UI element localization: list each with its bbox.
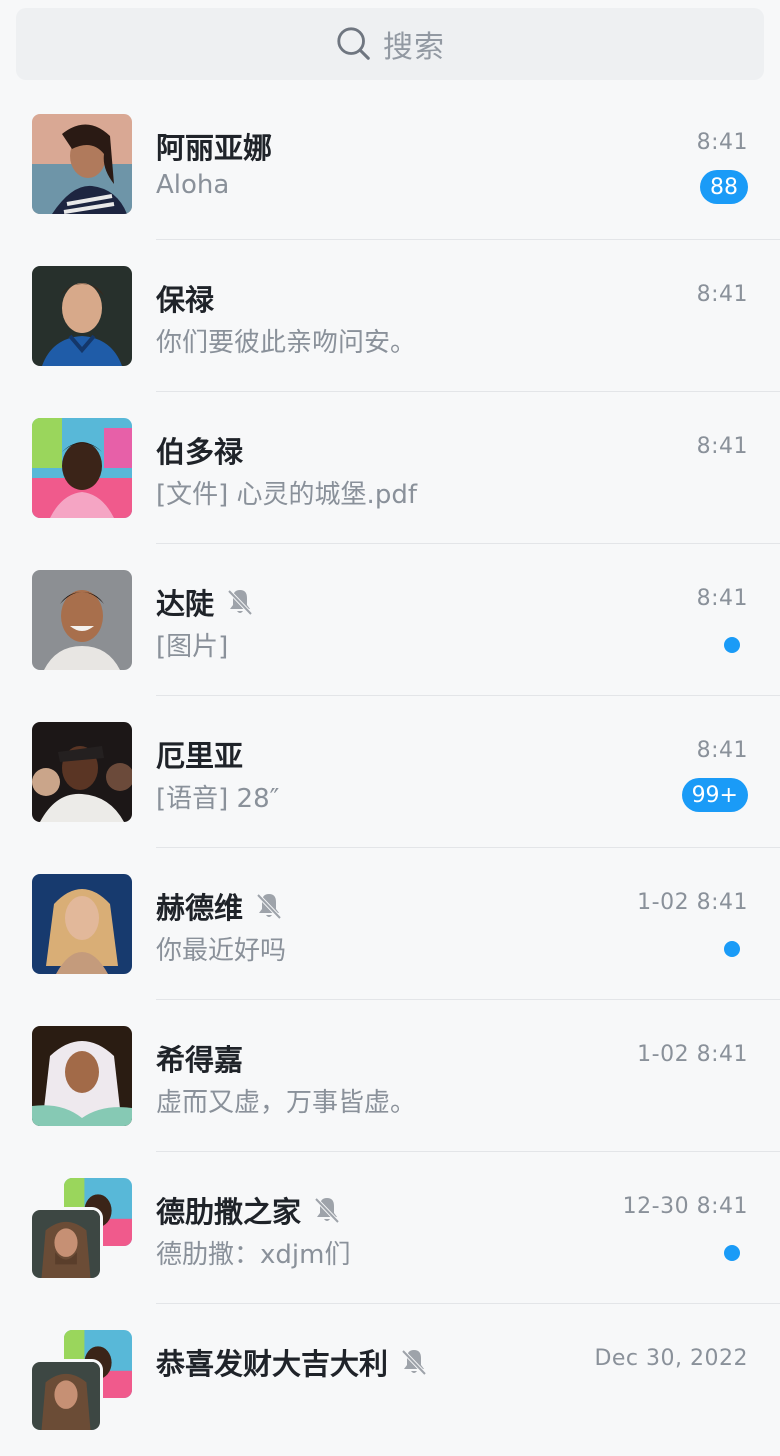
contact-name: 伯多禄 [156, 435, 244, 469]
contact-name: 厄里亚 [156, 739, 244, 773]
message-preview: [图片] [156, 632, 229, 662]
conversation-row[interactable]: 伯多禄 [文件] 心灵的城堡.pdf 8:41 [0, 392, 780, 544]
avatar [32, 266, 132, 366]
conversation-list: 阿丽亚娜 Aloha 8:41 88 保禄 你们要彼此亲吻问安。 8:41 伯多… [0, 88, 780, 1456]
message-time: 1-02 8:41 [637, 1042, 748, 1067]
unread-dot [724, 637, 740, 653]
message-preview: Aloha [156, 170, 230, 200]
message-preview: [文件] 心灵的城堡.pdf [156, 480, 417, 510]
bell-muted-icon [227, 589, 253, 616]
message-preview: 你最近好吗 [156, 936, 287, 966]
message-preview: 德肋撒：xdjm们 [156, 1240, 351, 1270]
conversation-row[interactable]: 赫德维 你最近好吗 1-02 8:41 [0, 848, 780, 1000]
message-time: 8:41 [696, 282, 748, 307]
avatar [32, 570, 132, 670]
search-placeholder: 搜索 [383, 30, 445, 65]
avatar [32, 722, 132, 822]
message-preview: 虚而又虚，万事皆虚。 [156, 1088, 417, 1118]
group-name: 恭喜发财大吉大利 [156, 1347, 389, 1381]
avatar [32, 874, 132, 974]
conversation-row[interactable]: 阿丽亚娜 Aloha 8:41 88 [0, 88, 780, 240]
conversation-row[interactable]: 厄里亚 [语音] 28″ 8:41 99+ [0, 696, 780, 848]
conversation-row[interactable]: 达陡 [图片] 8:41 [0, 544, 780, 696]
group-avatar [32, 1178, 132, 1278]
unread-dot [724, 1245, 740, 1261]
conversation-row[interactable]: 德肋撒之家 德肋撒：xdjm们 12-30 8:41 [0, 1152, 780, 1304]
avatar [32, 114, 132, 214]
group-name: 德肋撒之家 [156, 1195, 302, 1229]
message-time: Dec 30, 2022 [594, 1346, 748, 1371]
avatar [32, 1026, 132, 1126]
group-avatar [32, 1330, 132, 1430]
contact-name: 希得嘉 [156, 1043, 244, 1077]
conversation-row[interactable]: 希得嘉 虚而又虚，万事皆虚。 1-02 8:41 [0, 1000, 780, 1152]
bell-muted-icon [256, 893, 282, 920]
unread-badge: 99+ [681, 778, 748, 812]
unread-badge: 88 [700, 170, 748, 204]
message-time: 1-02 8:41 [637, 890, 748, 915]
conversation-row[interactable]: 恭喜发财大吉大利 Dec 30, 2022 [0, 1304, 780, 1456]
message-time: 8:41 [696, 586, 748, 611]
contact-name: 保禄 [156, 283, 215, 317]
message-preview: [语音] 28″ [156, 784, 280, 814]
message-time: 12-30 8:41 [622, 1194, 748, 1219]
search-bar[interactable]: 搜索 [16, 8, 764, 80]
message-time: 8:41 [696, 738, 748, 763]
bell-muted-icon [401, 1349, 427, 1376]
bell-muted-icon [314, 1197, 340, 1224]
contact-name: 达陡 [156, 587, 215, 621]
contact-name: 赫德维 [156, 891, 244, 925]
message-preview: 你们要彼此亲吻问安。 [156, 328, 417, 358]
contact-name: 阿丽亚娜 [156, 131, 273, 165]
unread-dot [724, 941, 740, 957]
message-time: 8:41 [696, 130, 748, 155]
avatar [32, 418, 132, 518]
search-icon [337, 27, 370, 60]
message-time: 8:41 [696, 434, 748, 459]
conversation-row[interactable]: 保禄 你们要彼此亲吻问安。 8:41 [0, 240, 780, 392]
